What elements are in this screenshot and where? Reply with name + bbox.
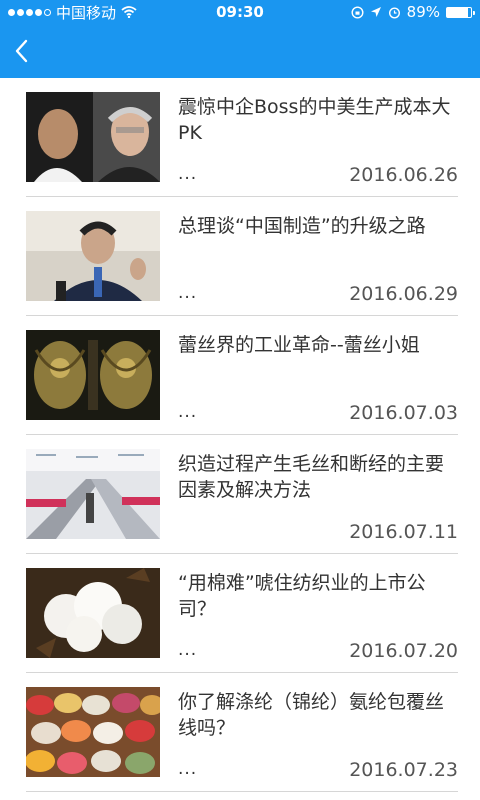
- news-date: 2016.07.11: [349, 521, 458, 543]
- orientation-lock-icon: [351, 5, 364, 19]
- news-thumbnail: [26, 449, 160, 539]
- location-arrow-icon: [370, 7, 381, 17]
- status-bar: 中国移动 09:30 89%: [0, 0, 480, 24]
- alarm-icon: [388, 6, 400, 19]
- status-left: 中国移动: [8, 2, 137, 23]
- back-button[interactable]: [14, 36, 38, 66]
- news-body: “用棉难”唬住纺织业的上市公司？ ... 2016.07.20: [178, 568, 458, 662]
- news-item[interactable]: 你了解涤纶（锦纶）氨纶包覆丝线吗？ ... 2016.07.23: [26, 673, 458, 792]
- news-ellipsis: ...: [178, 402, 198, 422]
- news-body: 织造过程产生毛丝和断经的主要因素及解决方法 ... 2016.07.11: [178, 449, 458, 543]
- battery-fill: [447, 7, 469, 17]
- battery-percent: 89%: [406, 3, 440, 21]
- news-thumbnail: [26, 211, 160, 301]
- news-item[interactable]: “用棉难”唬住纺织业的上市公司？ ... 2016.07.20: [26, 554, 458, 673]
- news-body: 震惊中企Boss的中美生产成本大PK ... 2016.06.26: [178, 92, 458, 186]
- news-date: 2016.07.23: [349, 759, 458, 781]
- news-item[interactable]: 蕾丝界的工业革命--蕾丝小姐 ... 2016.07.03: [26, 316, 458, 435]
- news-item[interactable]: 织造过程产生毛丝和断经的主要因素及解决方法 ... 2016.07.11: [26, 435, 458, 554]
- status-right: 89%: [351, 3, 475, 21]
- nav-bar: [0, 24, 480, 78]
- news-date: 2016.07.20: [349, 640, 458, 662]
- news-title: 震惊中企Boss的中美生产成本大PK: [178, 96, 451, 144]
- news-title: 蕾丝界的工业革命--蕾丝小姐: [178, 334, 420, 356]
- news-title: “用棉难”唬住纺织业的上市公司？: [178, 572, 426, 620]
- news-list: 震惊中企Boss的中美生产成本大PK ... 2016.06.26 总理谈“中国…: [0, 78, 480, 792]
- news-item[interactable]: 总理谈“中国制造”的升级之路 ... 2016.06.29: [26, 197, 458, 316]
- news-ellipsis: ...: [178, 164, 198, 184]
- news-body: 你了解涤纶（锦纶）氨纶包覆丝线吗？ ... 2016.07.23: [178, 687, 458, 781]
- news-ellipsis: ...: [178, 640, 198, 660]
- news-title: 你了解涤纶（锦纶）氨纶包覆丝线吗？: [178, 691, 445, 739]
- news-date: 2016.07.03: [349, 402, 458, 424]
- news-body: 蕾丝界的工业革命--蕾丝小姐 ... 2016.07.03: [178, 330, 458, 424]
- wifi-icon: [121, 6, 137, 18]
- news-title: 总理谈“中国制造”的升级之路: [178, 215, 426, 237]
- news-title: 织造过程产生毛丝和断经的主要因素及解决方法: [178, 453, 445, 501]
- news-item[interactable]: 震惊中企Boss的中美生产成本大PK ... 2016.06.26: [26, 78, 458, 197]
- news-ellipsis: ...: [178, 283, 198, 303]
- news-thumbnail: [26, 568, 160, 658]
- news-ellipsis: ...: [178, 759, 198, 779]
- carrier-label: 中国移动: [56, 3, 117, 22]
- battery-icon: [446, 6, 475, 18]
- news-thumbnail: [26, 687, 160, 777]
- news-date: 2016.06.29: [349, 283, 458, 305]
- chevron-left-icon: [15, 39, 28, 63]
- news-thumbnail: [26, 330, 160, 420]
- news-date: 2016.06.26: [349, 164, 458, 186]
- news-thumbnail: [26, 92, 160, 182]
- signal-strength-icon: [8, 8, 51, 16]
- news-body: 总理谈“中国制造”的升级之路 ... 2016.06.29: [178, 211, 458, 305]
